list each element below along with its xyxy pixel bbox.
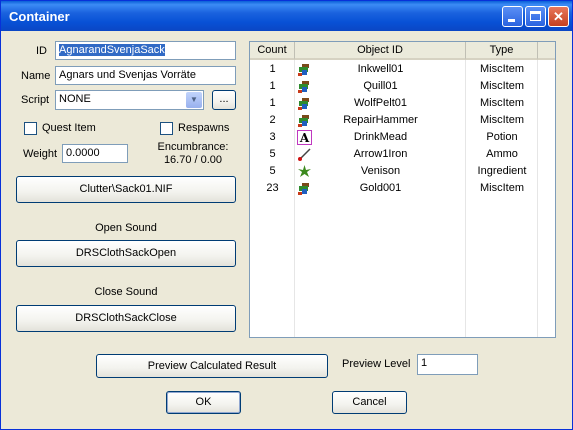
table-row[interactable]: 3 DrinkMead A Potion bbox=[250, 129, 555, 146]
preview-calculated-result-label: Preview Calculated Result bbox=[147, 360, 277, 372]
object-id-cell: Venison bbox=[360, 165, 401, 177]
open-sound-button-label: DRSClothSackOpen bbox=[75, 247, 177, 259]
quest-item-checkbox[interactable] bbox=[24, 122, 37, 135]
count-cell: 23 bbox=[266, 182, 279, 194]
column-header-type[interactable]: Type bbox=[466, 42, 538, 60]
close-button[interactable]: ✕ bbox=[548, 6, 569, 27]
object-id-cell: WolfPelt01 bbox=[354, 97, 407, 109]
column-header-object-id[interactable]: Object ID bbox=[295, 42, 466, 60]
close-icon: ✕ bbox=[553, 9, 564, 24]
preview-level-label: Preview Level bbox=[342, 358, 411, 370]
ok-button[interactable]: OK bbox=[166, 391, 241, 414]
misc-item-icon bbox=[297, 79, 312, 94]
column-header-count[interactable]: Count bbox=[250, 42, 295, 60]
script-label: Script bbox=[21, 94, 50, 106]
cancel-button[interactable]: Cancel bbox=[332, 391, 407, 414]
name-label: Name bbox=[21, 70, 51, 82]
type-cell: MiscItem bbox=[480, 114, 524, 126]
chevron-down-icon[interactable]: ▼ bbox=[186, 92, 202, 108]
column-header-spacer bbox=[538, 42, 555, 60]
table-row[interactable]: 1 Quill01 MiscItem bbox=[250, 78, 555, 95]
misc-item-icon bbox=[297, 96, 312, 111]
table-row[interactable]: 5 Venison Ingredient bbox=[250, 163, 555, 180]
close-sound-button[interactable]: DRSClothSackClose bbox=[16, 305, 236, 332]
object-id-cell: DrinkMead bbox=[353, 131, 408, 143]
script-select-value: NONE bbox=[59, 93, 91, 105]
script-browse-button[interactable]: ... bbox=[212, 90, 236, 110]
misc-item-icon bbox=[297, 181, 312, 196]
inventory-list[interactable]: Count Object ID Type 1 Inkwell01 MiscItem 1… bbox=[249, 41, 556, 338]
type-cell: Potion bbox=[486, 131, 518, 143]
preview-level-field[interactable]: 1 bbox=[417, 354, 478, 375]
id-field[interactable]: AgnarandSvenjaSack bbox=[55, 41, 236, 60]
open-sound-label: Open Sound bbox=[95, 222, 157, 234]
open-sound-button[interactable]: DRSClothSackOpen bbox=[16, 240, 236, 267]
misc-item-icon bbox=[297, 113, 312, 128]
maximize-button[interactable] bbox=[525, 6, 546, 27]
encumbrance-value: 16.70 / 0.00 bbox=[163, 154, 223, 166]
count-cell: 5 bbox=[269, 148, 276, 160]
title-bar[interactable]: Container ✕ bbox=[1, 1, 572, 31]
type-cell: MiscItem bbox=[480, 182, 524, 194]
script-browse-label: ... bbox=[219, 93, 229, 105]
count-cell: 5 bbox=[269, 165, 276, 177]
object-id-cell: RepairHammer bbox=[343, 114, 418, 126]
window-title: Container bbox=[9, 9, 70, 24]
type-cell: MiscItem bbox=[480, 80, 524, 92]
type-cell: MiscItem bbox=[480, 97, 524, 109]
table-row[interactable]: 1 WolfPelt01 MiscItem bbox=[250, 95, 555, 112]
model-button[interactable]: Clutter\Sack01.NIF bbox=[16, 176, 236, 203]
count-cell: 1 bbox=[269, 63, 276, 75]
container-dialog: Container ✕ ID AgnarandSvenjaSack Name A… bbox=[0, 0, 573, 430]
maximize-icon bbox=[530, 11, 541, 21]
model-button-label: Clutter\Sack01.NIF bbox=[79, 183, 173, 195]
count-cell: 1 bbox=[269, 80, 276, 92]
table-row[interactable]: 1 Inkwell01 MiscItem bbox=[250, 61, 555, 78]
close-sound-label: Close Sound bbox=[94, 286, 158, 298]
weight-label: Weight bbox=[23, 148, 58, 160]
potion-icon: A bbox=[297, 130, 312, 145]
misc-item-icon bbox=[297, 62, 312, 77]
name-field[interactable]: Agnars und Svenjas Vorräte bbox=[55, 66, 236, 85]
object-id-cell: Quill01 bbox=[363, 80, 398, 92]
object-id-cell: Arrow1Iron bbox=[353, 148, 408, 160]
cancel-button-label: Cancel bbox=[352, 396, 387, 408]
type-cell: MiscItem bbox=[480, 63, 524, 75]
count-cell: 2 bbox=[269, 114, 276, 126]
object-id-cell: Gold001 bbox=[359, 182, 402, 194]
preview-calculated-result-button[interactable]: Preview Calculated Result bbox=[96, 354, 328, 378]
count-cell: 3 bbox=[269, 131, 276, 143]
svg-text:A: A bbox=[299, 131, 310, 145]
respawns-checkbox[interactable] bbox=[160, 122, 173, 135]
minimize-icon bbox=[508, 19, 515, 22]
quest-item-label: Quest Item bbox=[42, 122, 96, 134]
type-cell: Ammo bbox=[486, 148, 518, 160]
minimize-button[interactable] bbox=[502, 6, 523, 27]
ingredient-icon bbox=[297, 164, 312, 179]
type-cell: Ingredient bbox=[477, 165, 527, 177]
ammo-icon bbox=[297, 147, 312, 162]
id-label: ID bbox=[36, 45, 47, 57]
table-row[interactable]: 23 Gold001 MiscItem bbox=[250, 180, 555, 197]
table-row[interactable]: 2 RepairHammer MiscItem bbox=[250, 112, 555, 129]
ok-button-label: OK bbox=[195, 396, 212, 408]
encumbrance-label: Encumbrance: bbox=[157, 141, 229, 153]
object-id-cell: Inkwell01 bbox=[357, 63, 404, 75]
id-field-value: AgnarandSvenjaSack bbox=[59, 44, 165, 56]
encumbrance-info: Encumbrance: 16.70 / 0.00 bbox=[153, 141, 233, 167]
count-cell: 1 bbox=[269, 97, 276, 109]
close-sound-button-label: DRSClothSackClose bbox=[75, 312, 177, 324]
respawns-label: Respawns bbox=[178, 122, 230, 134]
table-row[interactable]: 5 Arrow1Iron Ammo bbox=[250, 146, 555, 163]
script-select[interactable]: NONE ▼ bbox=[55, 90, 204, 110]
weight-field[interactable]: 0.0000 bbox=[62, 144, 128, 163]
